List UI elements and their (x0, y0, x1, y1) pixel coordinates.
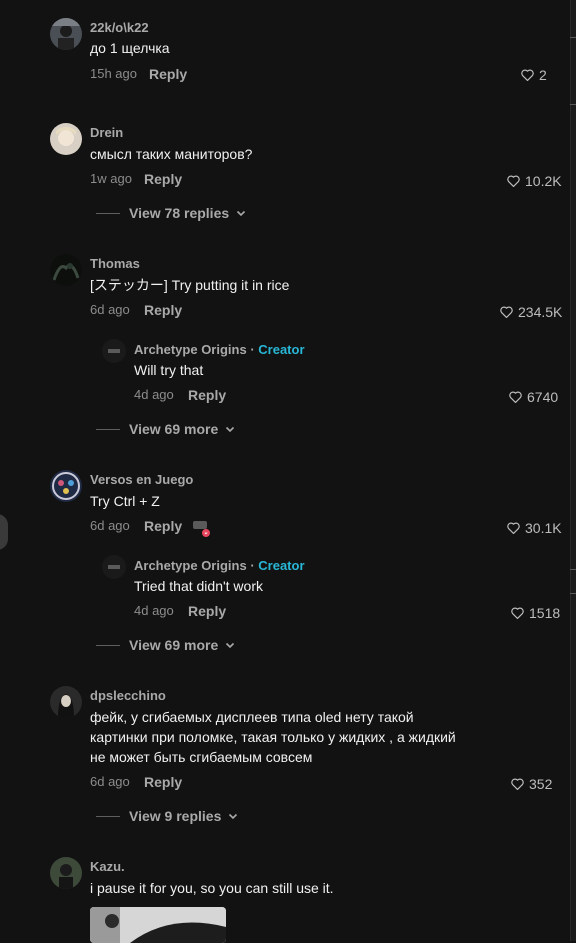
comments-panel: 22k/o\k22 до 1 щелчка 15h ago Reply 2 Dr… (0, 0, 576, 943)
heart-icon (511, 607, 524, 619)
comment-username[interactable]: Versos en Juego (90, 472, 193, 487)
heart-icon (509, 391, 522, 403)
reply-text: Tried that didn't work (134, 578, 263, 594)
like-count: 234.5K (518, 304, 563, 320)
like-button[interactable]: 10.2K (507, 173, 562, 189)
comment-text: [ステッカー] Try putting it in rice (90, 277, 290, 293)
sticker-icon (192, 518, 214, 540)
scrollbar-tick (570, 104, 576, 105)
user-avatar[interactable] (50, 254, 82, 286)
comment-text-line: фейк, у сгибаемых дисплеев типа oled нет… (90, 709, 414, 725)
heart-icon (500, 306, 513, 318)
like-count: 6740 (527, 389, 559, 405)
chevron-down-icon (229, 813, 238, 820)
view-replies-button[interactable]: View 78 replies (96, 205, 246, 221)
creator-avatar[interactable] (102, 555, 126, 579)
like-count: 2 (539, 67, 547, 83)
scrollbar-tick (570, 593, 576, 594)
like-count: 1518 (529, 605, 561, 621)
comment-text: i pause it for you, so you can still use… (90, 880, 334, 896)
heart-icon (511, 778, 524, 790)
comment-text-line: не может быть сгибаемым совсем (90, 749, 313, 765)
view-replies-button[interactable]: View 69 more (96, 421, 235, 437)
view-replies-label: View 69 more (129, 421, 219, 437)
reply-button[interactable]: Reply (149, 66, 187, 82)
like-count: 352 (529, 776, 553, 792)
like-button[interactable]: 352 (511, 776, 552, 792)
creator-avatar[interactable] (102, 339, 126, 363)
comment-username[interactable]: dpslecchino (90, 688, 166, 703)
creator-badge: Creator (258, 342, 305, 357)
divider (96, 212, 120, 214)
scrollbar[interactable] (570, 0, 576, 941)
view-replies-label: View 9 replies (129, 808, 222, 824)
reply-button[interactable]: Reply (144, 302, 182, 318)
user-avatar[interactable] (50, 686, 82, 718)
reply-button[interactable]: Reply (144, 518, 182, 534)
comment-time: 6d ago (90, 518, 130, 533)
reply-username[interactable]: Archetype Origins · Creator (134, 342, 305, 357)
reply-author[interactable]: Archetype Origins (134, 342, 247, 357)
user-avatar[interactable] (50, 470, 82, 502)
divider (96, 644, 120, 646)
separator: · (246, 558, 259, 573)
user-avatar[interactable] (50, 18, 82, 50)
comment-username[interactable]: Thomas (90, 256, 140, 271)
divider (96, 815, 120, 817)
view-replies-button[interactable]: View 9 replies (96, 808, 238, 824)
heart-icon (507, 522, 520, 534)
divider (96, 428, 120, 430)
reply-button[interactable]: Reply (188, 603, 226, 619)
chevron-down-icon (237, 210, 246, 217)
like-button[interactable]: 1518 (511, 605, 560, 621)
creator-badge: Creator (258, 558, 305, 573)
comment-time: 15h ago (90, 66, 137, 81)
comment-username[interactable]: Kazu. (90, 859, 125, 874)
comment-text: Try Ctrl + Z (90, 493, 160, 509)
user-avatar[interactable] (50, 123, 82, 155)
view-replies-button[interactable]: View 69 more (96, 637, 235, 653)
reply-author[interactable]: Archetype Origins (134, 558, 247, 573)
scroll-handle[interactable] (0, 514, 8, 550)
comment-username[interactable]: 22k/o\k22 (90, 20, 149, 35)
like-button[interactable]: 234.5K (500, 304, 562, 320)
view-replies-label: View 69 more (129, 637, 219, 653)
like-button[interactable]: 30.1K (507, 520, 562, 536)
comment-username[interactable]: Drein (90, 125, 123, 140)
scrollbar-tick (570, 569, 576, 570)
like-button[interactable]: 2 (521, 67, 547, 83)
separator: · (246, 342, 259, 357)
heart-icon (507, 175, 520, 187)
heart-icon (521, 69, 534, 81)
user-avatar[interactable] (50, 857, 82, 889)
comment-time: 6d ago (90, 302, 130, 317)
chevron-down-icon (226, 642, 235, 649)
image-thumbnail[interactable] (90, 907, 226, 943)
reply-time: 4d ago (134, 387, 174, 402)
reply-button[interactable]: Reply (144, 774, 182, 790)
comment-text-line: картинки при поломке, такая только у жид… (90, 729, 456, 745)
reply-button[interactable]: Reply (188, 387, 226, 403)
reply-username[interactable]: Archetype Origins · Creator (134, 558, 305, 573)
reply-button[interactable]: Reply (144, 171, 182, 187)
chevron-down-icon (226, 426, 235, 433)
comment-text: до 1 щелчка (90, 40, 170, 56)
comment-time: 6d ago (90, 774, 130, 789)
like-button[interactable]: 6740 (509, 389, 558, 405)
comment-text: смысл таких маниторов? (90, 146, 253, 162)
like-count: 10.2K (525, 173, 562, 189)
like-count: 30.1K (525, 520, 562, 536)
scrollbar-tick (570, 37, 576, 38)
reply-time: 4d ago (134, 603, 174, 618)
view-replies-label: View 78 replies (129, 205, 230, 221)
reply-text: Will try that (134, 362, 204, 378)
comment-time: 1w ago (90, 171, 132, 186)
